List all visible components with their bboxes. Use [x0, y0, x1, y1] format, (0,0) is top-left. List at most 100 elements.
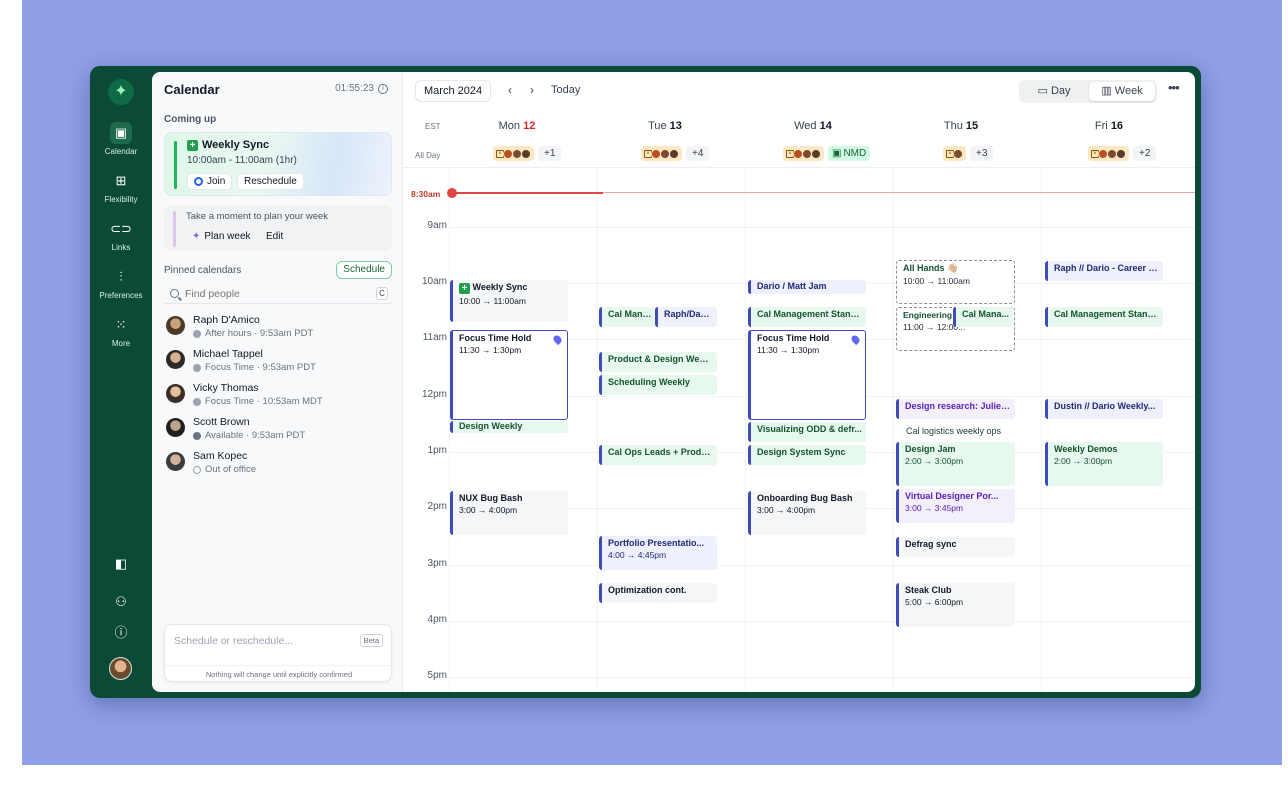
all-day-chip[interactable]: × — [493, 146, 534, 161]
month-picker[interactable]: March 2024 — [415, 80, 492, 102]
rail-item-label: Calendar — [104, 147, 138, 156]
day-header-wed[interactable]: Wed 14 — [739, 120, 887, 132]
event-steak-club[interactable]: Steak Club 5:00 → 6:00pm — [896, 583, 1015, 627]
collapse-sidebar-icon[interactable]: ◧ — [90, 556, 152, 572]
event-virtual-designer-portfolio[interactable]: Virtual Designer Por... 3:00 → 3:45pm — [896, 489, 1015, 523]
event-cal-management-standup[interactable]: Cal Management Stand... — [1045, 307, 1163, 327]
more-options-icon[interactable]: ••• — [1168, 80, 1180, 95]
event-product-design-weekly[interactable]: Product & Design Weekly — [599, 352, 717, 372]
help-icon[interactable]: ⓘ — [90, 622, 152, 641]
avatar — [166, 452, 185, 471]
day-header-thu[interactable]: Thu 15 — [887, 120, 1035, 132]
event-focus-time-hold[interactable]: Focus Time Hold 11:30 → 1:30pm — [450, 330, 568, 420]
event-design-research[interactable]: Design research: Juliett... — [896, 399, 1015, 419]
event-dustin-dario-weekly[interactable]: Dustin // Dario Weekly... — [1045, 399, 1163, 419]
event-raph-dario[interactable]: Raph/Dari... — [655, 307, 717, 327]
current-time-dot — [447, 188, 457, 198]
day-name: Fri — [1094, 120, 1108, 132]
all-day-events-wed[interactable]: × ▣ NMD — [783, 146, 871, 161]
countdown-clock: 01:55:23 i — [335, 83, 388, 94]
day-header-mon[interactable]: Mon 12 — [443, 120, 591, 132]
time-grid[interactable]: 9am 10am 11am 12pm 1pm 2pm 3pm 4pm 5pm 8… — [403, 167, 1195, 692]
more-count[interactable]: +1 — [538, 146, 562, 161]
event-title: Weekly Demos — [1054, 444, 1118, 454]
more-count[interactable]: +4 — [686, 146, 710, 161]
rail-item-calendar[interactable]: ▣ Calendar — [90, 122, 152, 156]
event-dario-matt-jam[interactable]: Dario / Matt Jam — [748, 280, 866, 294]
event-title: NUX Bug Bash — [459, 493, 523, 503]
app-logo-icon[interactable]: ✦ — [108, 79, 134, 105]
event-nux-bug-bash[interactable]: NUX Bug Bash 3:00 → 4:00pm — [450, 491, 568, 535]
week-view-tab[interactable]: ▥ Week — [1089, 82, 1155, 101]
rail-item-flexibility[interactable]: ⊞ Flexibility — [90, 170, 152, 204]
nmd-chip[interactable]: ▣ NMD — [828, 146, 871, 161]
all-day-events-tue[interactable]: × +4 — [641, 146, 710, 161]
view-switcher: ▭ Day ▥ Week — [1019, 80, 1157, 103]
calendar-icon: ▣ — [110, 122, 132, 144]
event-time: 5:00 → 6:00pm — [905, 597, 964, 607]
event-optimization-cont[interactable]: Optimization cont. — [599, 583, 717, 603]
sparkle-icon: ✦ — [192, 231, 201, 242]
out-of-office-icon — [193, 465, 201, 474]
day-name: Tue — [648, 120, 667, 132]
event-cal-logistics[interactable]: Cal logistics weekly ops — [900, 426, 1015, 440]
all-day-events-fri[interactable]: × +2 — [1088, 146, 1157, 161]
event-weekly-demos[interactable]: Weekly Demos 2:00 → 3:00pm — [1045, 442, 1163, 486]
day-view-tab[interactable]: ▭ Day — [1021, 82, 1087, 101]
event-defrag-sync[interactable]: Defrag sync — [896, 537, 1015, 557]
event-visualizing-odd[interactable]: Visualizing ODD & defr... — [748, 422, 866, 442]
edit-label: Edit — [266, 231, 284, 242]
rail-item-more[interactable]: ⁙ More — [90, 314, 152, 348]
all-day-chip[interactable]: × — [943, 146, 966, 161]
all-day-events-mon[interactable]: × +1 — [493, 146, 562, 161]
all-day-events-thu[interactable]: × +3 — [943, 146, 994, 161]
prev-week-icon[interactable]: ‹ — [508, 83, 512, 97]
person-row[interactable]: Michael Tappel Focus Time · 9:53am PDT — [166, 348, 392, 378]
event-cal-ops-leads[interactable]: Cal Ops Leads + Produ... — [599, 445, 717, 465]
info-icon[interactable]: i — [378, 83, 388, 94]
event-all-hands[interactable]: All Hands 👋🏼 10:00 → 11:00am — [896, 260, 1015, 304]
all-day-chip[interactable]: × — [1088, 146, 1129, 161]
rail-item-preferences[interactable]: ⫶ Preferences — [90, 266, 152, 300]
all-day-chip[interactable]: × — [783, 146, 824, 161]
schedule-button[interactable]: Schedule — [336, 261, 392, 279]
rail-item-links[interactable]: ⊂⊃ Links — [90, 218, 152, 252]
person-row[interactable]: Vicky Thomas Focus Time · 10:53am MDT — [166, 382, 392, 412]
all-day-label: All Day — [415, 151, 441, 160]
day-header-tue[interactable]: Tue 13 — [591, 120, 739, 132]
person-status: Out of office — [193, 464, 256, 475]
more-count[interactable]: +3 — [970, 146, 994, 161]
person-row[interactable]: Sam Kopec Out of office — [166, 450, 392, 480]
event-design-system-sync[interactable]: Design System Sync — [748, 445, 866, 465]
add-person-icon[interactable]: ⚇ — [90, 594, 152, 610]
all-day-chip[interactable]: × — [641, 146, 682, 161]
upcoming-event-card[interactable]: + Weekly Sync 10:00am - 11:00am (1hr) Jo… — [164, 132, 392, 196]
event-weekly-sync[interactable]: + Weekly Sync 10:00 → 11:00am — [450, 280, 568, 322]
event-raph-dario-career[interactable]: Raph // Dario - Career g... — [1045, 261, 1163, 281]
more-count[interactable]: +2 — [1133, 146, 1157, 161]
user-avatar[interactable] — [109, 657, 132, 680]
event-portfolio-presentation[interactable]: Portfolio Presentatio... 4:00 → 4:45pm — [599, 536, 717, 570]
event-title-text: Weekly Sync — [472, 282, 528, 292]
event-cal-management[interactable]: Cal Manage — [599, 307, 657, 327]
event-time: 10:00 → 11:00am — [903, 276, 970, 286]
event-cal-management[interactable]: Cal Mana... — [953, 307, 1013, 327]
person-row[interactable]: Raph D'Amico After hours · 9:53am PDT — [166, 314, 392, 344]
event-cal-management-standup[interactable]: Cal Management Stand... — [748, 307, 866, 327]
event-design-weekly[interactable]: Design Weekly — [450, 421, 568, 433]
event-scheduling-weekly[interactable]: Scheduling Weekly — [599, 375, 717, 395]
next-week-icon[interactable]: › — [530, 83, 534, 97]
plan-week-button[interactable]: ✦ Plan week — [186, 228, 257, 245]
day-header-fri[interactable]: Fri 16 — [1035, 120, 1183, 132]
day-number: 13 — [669, 120, 682, 132]
schedule-assistant[interactable]: Schedule or reschedule... Beta Nothing w… — [164, 624, 393, 682]
reschedule-button[interactable]: Reschedule — [237, 173, 304, 190]
event-onboarding-bug-bash[interactable]: Onboarding Bug Bash 3:00 → 4:00pm — [748, 491, 866, 535]
join-button[interactable]: Join — [187, 173, 233, 190]
find-people-input[interactable] — [185, 287, 365, 300]
edit-button[interactable]: Edit — [260, 228, 289, 245]
event-design-jam[interactable]: Design Jam 2:00 → 3:00pm — [896, 442, 1015, 486]
today-button[interactable]: Today — [551, 84, 580, 96]
person-row[interactable]: Scott Brown Available · 9:53am PDT — [166, 416, 392, 446]
event-focus-time-hold[interactable]: Focus Time Hold 11:30 → 1:30pm — [748, 330, 866, 420]
